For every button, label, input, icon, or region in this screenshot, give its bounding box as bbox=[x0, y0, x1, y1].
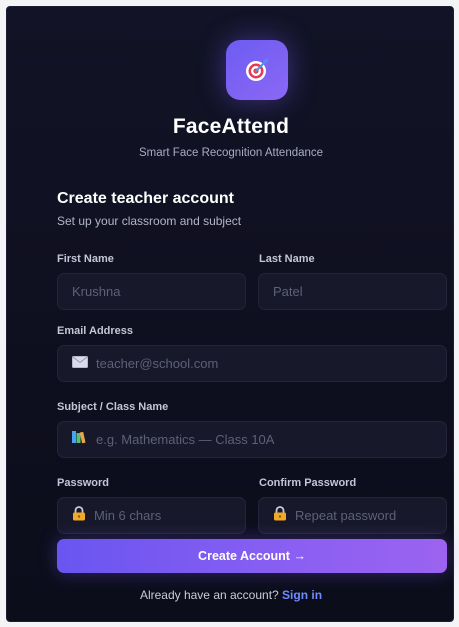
last-name-input[interactable] bbox=[273, 284, 446, 299]
email-field[interactable] bbox=[57, 345, 447, 382]
email-input[interactable] bbox=[96, 356, 446, 371]
books-icon bbox=[72, 430, 88, 449]
last-name-field[interactable] bbox=[258, 273, 447, 310]
confirm-password-input[interactable] bbox=[295, 508, 446, 523]
lock-icon bbox=[273, 505, 287, 526]
first-name-input[interactable] bbox=[72, 284, 245, 299]
subject-field[interactable] bbox=[57, 421, 447, 458]
target-dart-icon bbox=[244, 57, 270, 83]
first-name-label: First Name bbox=[57, 253, 114, 265]
password-field[interactable] bbox=[57, 497, 246, 534]
form-heading: Create teacher account bbox=[57, 190, 234, 207]
password-input[interactable] bbox=[94, 508, 245, 523]
app-logo bbox=[226, 40, 288, 100]
last-name-label: Last Name bbox=[259, 253, 315, 265]
lock-icon bbox=[72, 505, 86, 526]
confirm-password-field[interactable] bbox=[258, 497, 447, 534]
app-tagline: Smart Face Recognition Attendance bbox=[138, 147, 324, 159]
subject-input[interactable] bbox=[96, 432, 446, 447]
first-name-field[interactable] bbox=[57, 273, 246, 310]
email-label: Email Address bbox=[57, 325, 134, 337]
create-account-button[interactable]: Create Account → bbox=[57, 539, 447, 573]
signin-prompt-text: Already have an account? bbox=[139, 588, 279, 602]
app-title: FaceAttend bbox=[172, 115, 290, 138]
confirm-password-label: Confirm Password bbox=[259, 477, 357, 489]
form-subheading: Set up your classroom and subject bbox=[57, 214, 242, 228]
password-label: Password bbox=[57, 477, 109, 489]
sign-in-link[interactable]: Sign in bbox=[282, 588, 322, 602]
envelope-icon bbox=[72, 355, 88, 373]
subject-label: Subject / Class Name bbox=[57, 401, 169, 413]
page: FaceAttend Smart Face Recognition Attend… bbox=[0, 0, 459, 627]
signin-prompt: Already have an account? Sign in bbox=[7, 588, 455, 602]
signup-card: FaceAttend Smart Face Recognition Attend… bbox=[6, 6, 454, 622]
